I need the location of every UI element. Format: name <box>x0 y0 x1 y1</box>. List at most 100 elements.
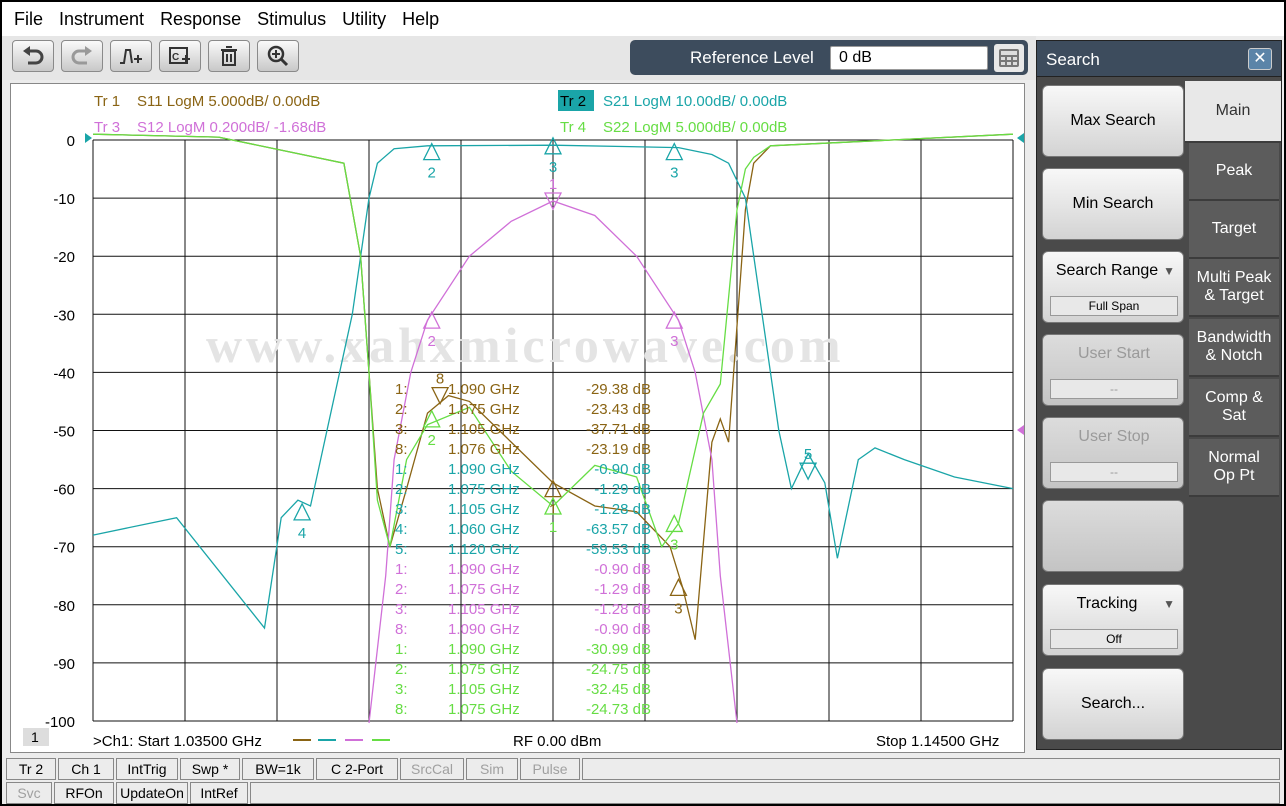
marker-triangle[interactable] <box>431 386 450 406</box>
marker-table-id: 2: <box>395 581 408 598</box>
search-range-value: Full Span <box>1050 296 1178 316</box>
trace-2-label[interactable]: Tr 2 <box>560 93 586 110</box>
marker-table-freq: 1.105 GHz <box>448 681 520 698</box>
tab-bandwidth-notch[interactable]: Bandwidth & Notch <box>1189 319 1279 377</box>
min-search-button[interactable]: Min Search <box>1042 168 1184 240</box>
tab-peak[interactable]: Peak <box>1189 143 1279 201</box>
marker-table-id: 2: <box>395 481 408 498</box>
tracking-label: Tracking <box>1076 595 1138 612</box>
marker-triangle[interactable] <box>293 502 312 521</box>
status-sim[interactable]: Sim <box>466 758 518 780</box>
status-c-2-port[interactable]: C 2-Port <box>316 758 398 780</box>
sweep-start: >Ch1: Start 1.03500 GHz <box>93 733 262 750</box>
marker-table-id: 5: <box>395 541 408 558</box>
marker-table-freq: 1.076 GHz <box>448 441 520 458</box>
status-rfon[interactable]: RFOn <box>54 782 114 804</box>
status-tr-2[interactable]: Tr 2 <box>6 758 56 780</box>
tab-target[interactable]: Target <box>1189 201 1279 259</box>
trace-4-label[interactable]: Tr 4 <box>560 119 586 136</box>
right-ref-arrow <box>1017 133 1024 143</box>
marker-table-value: -23.19 dB <box>586 441 651 458</box>
marker-label: 1 <box>549 176 557 193</box>
tab-multi-peak-target[interactable]: Multi Peak & Target <box>1189 259 1279 317</box>
search-panel: Search ✕ Max Search Min Search Search Ra… <box>1036 40 1282 750</box>
user-start-button[interactable]: User Start -- <box>1042 334 1184 406</box>
svg-text:C: C <box>172 52 179 63</box>
search-more-button[interactable]: Search... <box>1042 668 1184 740</box>
menu-response[interactable]: Response <box>160 9 241 30</box>
marker-label: 8 <box>436 371 444 388</box>
close-panel-button[interactable]: ✕ <box>1248 48 1272 70</box>
redo-button[interactable] <box>61 40 103 72</box>
tab-main[interactable]: Main <box>1185 81 1281 143</box>
marker-table-id: 1: <box>395 561 408 578</box>
trace-3-label[interactable]: Tr 3 <box>94 119 120 136</box>
marker-table-freq: 1.075 GHz <box>448 481 520 498</box>
marker-table-freq: 1.075 GHz <box>448 661 520 678</box>
status-bw-1k[interactable]: BW=1k <box>242 758 314 780</box>
status-svc[interactable]: Svc <box>6 782 52 804</box>
y-tick-label: -10 <box>53 191 75 208</box>
search-range-button[interactable]: Search Range ▼ Full Span <box>1042 251 1184 323</box>
marker-table-id: 4: <box>395 521 408 538</box>
status-updateon[interactable]: UpdateOn <box>116 782 188 804</box>
tracking-value: Off <box>1050 629 1178 649</box>
marker-table-id: 3: <box>395 501 408 518</box>
markers: 2 3 34512 3831213 <box>293 136 818 617</box>
calibration-button[interactable]: C <box>159 40 201 72</box>
measurement-chart[interactable]: www.xahxmicrowave.com Tr 1 S11 LogM 5.00… <box>10 83 1025 753</box>
menu-utility[interactable]: Utility <box>342 9 386 30</box>
status-filler <box>582 758 1280 780</box>
status-inttrig[interactable]: IntTrig <box>116 758 178 780</box>
add-marker-icon <box>120 49 142 64</box>
undo-button[interactable] <box>12 40 54 72</box>
user-start-value: -- <box>1050 379 1178 399</box>
marker-table-id: 1: <box>395 381 408 398</box>
user-stop-label: User Stop <box>1078 428 1150 445</box>
marker-table-id: 3: <box>395 601 408 618</box>
marker-table-id: 2: <box>395 401 408 418</box>
marker-table-id: 2: <box>395 661 408 678</box>
tab-comp-sat[interactable]: Comp & Sat <box>1189 379 1279 437</box>
user-stop-button[interactable]: User Stop -- <box>1042 417 1184 489</box>
marker-table-value: -37.71 dB <box>586 421 651 438</box>
marker-label: 2 <box>428 165 436 182</box>
rf-power: RF 0.00 dBm <box>513 733 601 750</box>
marker-label: 3 <box>670 165 678 182</box>
status-ch-1[interactable]: Ch 1 <box>58 758 114 780</box>
marker-triangle[interactable] <box>665 142 684 161</box>
menu-stimulus[interactable]: Stimulus <box>257 9 326 30</box>
reference-level-input[interactable]: 0 dB <box>830 46 988 70</box>
y-tick-label: -90 <box>53 656 75 673</box>
trace3-ref-arrow <box>1017 425 1024 435</box>
tab-normal-op-pt[interactable]: Normal Op Pt <box>1189 439 1279 497</box>
zoom-button[interactable] <box>257 40 299 72</box>
marker-table-value: -1.29 dB <box>594 581 651 598</box>
menu-file[interactable]: File <box>14 9 43 30</box>
trace-1-label[interactable]: Tr 1 <box>94 93 120 110</box>
tracking-button[interactable]: Tracking ▼ Off <box>1042 584 1184 656</box>
marker-table-id: 8: <box>395 701 408 718</box>
status-swp[interactable]: Swp * <box>180 758 240 780</box>
marker-table-value: -29.38 dB <box>586 381 651 398</box>
status-srccal[interactable]: SrcCal <box>400 758 464 780</box>
delete-button[interactable] <box>208 40 250 72</box>
empty-softkey <box>1042 500 1184 572</box>
reference-level-bar: Reference Level 0 dB <box>630 40 1028 75</box>
trace-4-desc: S22 LogM 5.000dB/ 0.00dB <box>603 119 787 136</box>
user-stop-value: -- <box>1050 462 1178 482</box>
max-search-button[interactable]: Max Search <box>1042 85 1184 157</box>
status-row-1: Tr 2 Ch 1 IntTrig Swp * BW=1k C 2-Port SrcCal S… <box>6 758 1282 780</box>
menu-instrument[interactable]: Instrument <box>59 9 144 30</box>
add-marker-button[interactable] <box>110 40 152 72</box>
marker-table-id: 8: <box>395 621 408 638</box>
channel-badge[interactable]: 1 <box>31 729 39 745</box>
menu-help[interactable]: Help <box>402 9 439 30</box>
keypad-button[interactable] <box>994 44 1024 72</box>
status-intref[interactable]: IntRef <box>190 782 248 804</box>
redo-icon <box>71 46 92 65</box>
marker-table-value: -24.75 dB <box>586 661 651 678</box>
y-tick-label: 0 <box>67 133 75 150</box>
status-row-2: Svc RFOn UpdateOn IntRef <box>6 782 1282 804</box>
status-pulse[interactable]: Pulse <box>520 758 580 780</box>
